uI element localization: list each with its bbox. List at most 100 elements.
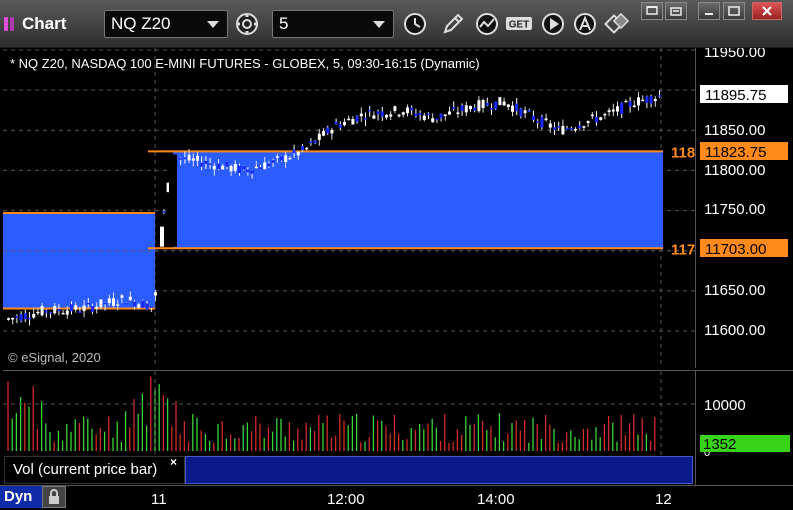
candle-body xyxy=(406,107,409,114)
price-tick-label: 11600.00 xyxy=(704,322,765,339)
candle-body xyxy=(338,124,342,128)
candle-body xyxy=(200,162,204,167)
chevron-down-icon xyxy=(207,21,219,28)
candle-body xyxy=(511,105,514,112)
studies-button[interactable] xyxy=(472,10,502,38)
candle-body xyxy=(267,163,271,167)
play-button[interactable] xyxy=(538,10,568,38)
candle-body xyxy=(452,107,456,110)
candle-body xyxy=(141,300,145,308)
settings-button[interactable] xyxy=(232,10,262,38)
candle-body xyxy=(208,163,212,165)
volume-study-bar[interactable] xyxy=(185,456,693,484)
alert-a-icon xyxy=(574,13,596,35)
alerts-button[interactable] xyxy=(570,10,600,38)
pin-window-button[interactable] xyxy=(641,2,663,20)
volume-tick-label: 10000 xyxy=(704,397,746,414)
candle-body xyxy=(632,105,636,108)
price-axis[interactable]: 11950.00 11850.00 11800.00 11750.00 1165… xyxy=(695,44,793,368)
candle-body xyxy=(145,303,149,310)
price-tick-label: 11650.00 xyxy=(704,282,765,299)
minimize-button[interactable] xyxy=(698,2,720,20)
candle-body xyxy=(401,112,405,115)
time-axis[interactable]: 11 12:00 14:00 12 xyxy=(0,485,793,510)
volume-study-label[interactable]: Vol (current price bar) xyxy=(4,456,185,484)
dynamic-mode-label[interactable]: Dyn xyxy=(0,486,42,508)
time-tick-label: 12:00 xyxy=(327,491,365,508)
price-pane[interactable]: 118 117 xyxy=(3,48,695,368)
candle-body xyxy=(532,115,535,121)
link-button[interactable] xyxy=(602,10,632,38)
volume-axis[interactable]: 10000 0 1352 xyxy=(695,370,793,485)
candle-body xyxy=(435,118,439,121)
candle-body xyxy=(191,158,195,161)
candle-body xyxy=(523,110,527,114)
candle-body xyxy=(137,304,141,308)
candle-body xyxy=(296,151,300,156)
maximize-button[interactable] xyxy=(723,2,745,20)
restore-window-button[interactable] xyxy=(665,2,687,20)
candle-body xyxy=(439,113,443,119)
restore-icon xyxy=(670,7,682,16)
candle-body xyxy=(368,109,372,112)
time-tick-label: 14:00 xyxy=(477,491,515,508)
interval-combo[interactable]: 5 xyxy=(272,10,394,38)
gap-candle-body xyxy=(169,154,177,247)
candle-body xyxy=(443,114,447,116)
level-lower-cut-label: 117 xyxy=(671,241,695,258)
symbol-value: NQ Z20 xyxy=(111,14,171,33)
symbol-combo[interactable]: NQ Z20 xyxy=(104,10,228,38)
candle-body xyxy=(23,313,27,320)
candle-body xyxy=(527,110,531,112)
candle-body xyxy=(385,114,388,118)
chart-title-area: Chart xyxy=(4,10,66,38)
lock-icon xyxy=(49,489,59,504)
get-data-button[interactable]: GET xyxy=(504,10,534,38)
candle-body xyxy=(658,95,661,97)
candle-body xyxy=(250,170,254,174)
candle-body xyxy=(485,102,489,106)
candle-body xyxy=(418,113,422,116)
candle-body xyxy=(519,108,523,117)
candle-body xyxy=(473,107,477,111)
candle-body xyxy=(553,127,556,131)
lock-button[interactable] xyxy=(42,486,66,508)
candle-body xyxy=(599,117,603,120)
candle-body xyxy=(624,100,628,103)
candle-body xyxy=(65,310,69,315)
close-button[interactable] xyxy=(752,2,782,20)
candle-body xyxy=(637,97,640,106)
maximize-icon xyxy=(728,6,740,16)
candle-body xyxy=(238,165,241,174)
candle-body xyxy=(32,313,36,318)
candle-body xyxy=(557,126,561,128)
candle-body xyxy=(359,113,363,117)
clock-icon xyxy=(404,13,426,35)
candle-body xyxy=(376,111,380,115)
candle-body xyxy=(616,106,619,112)
level-upper-cut-label: 118 xyxy=(671,144,695,161)
volume-chart[interactable] xyxy=(3,371,695,457)
gap-candle-body xyxy=(160,226,164,247)
candle-body xyxy=(78,311,82,313)
price-tick-label: 11800.00 xyxy=(704,162,765,179)
candle-body xyxy=(271,160,275,163)
candle-body xyxy=(569,128,573,130)
candle-body xyxy=(82,305,86,312)
candle-body xyxy=(393,106,397,111)
close-icon xyxy=(762,6,772,16)
candle-body xyxy=(448,111,451,115)
interval-value: 5 xyxy=(279,14,289,33)
draw-tools-button[interactable] xyxy=(438,10,468,38)
last-price-label: 11895.75 xyxy=(705,87,766,104)
candle-body xyxy=(351,119,355,125)
get-icon: GET xyxy=(506,17,532,31)
candle-body xyxy=(574,128,577,131)
time-template-button[interactable] xyxy=(400,10,430,38)
candle-body xyxy=(317,133,321,140)
chart-description: * NQ Z20, NASDAQ 100 E-MINI FUTURES - GL… xyxy=(10,56,480,71)
candle-body xyxy=(506,104,510,107)
volume-study-close-icon[interactable]: × xyxy=(170,455,177,469)
price-chart[interactable]: 118 117 xyxy=(3,48,695,368)
candle-body xyxy=(7,318,10,320)
